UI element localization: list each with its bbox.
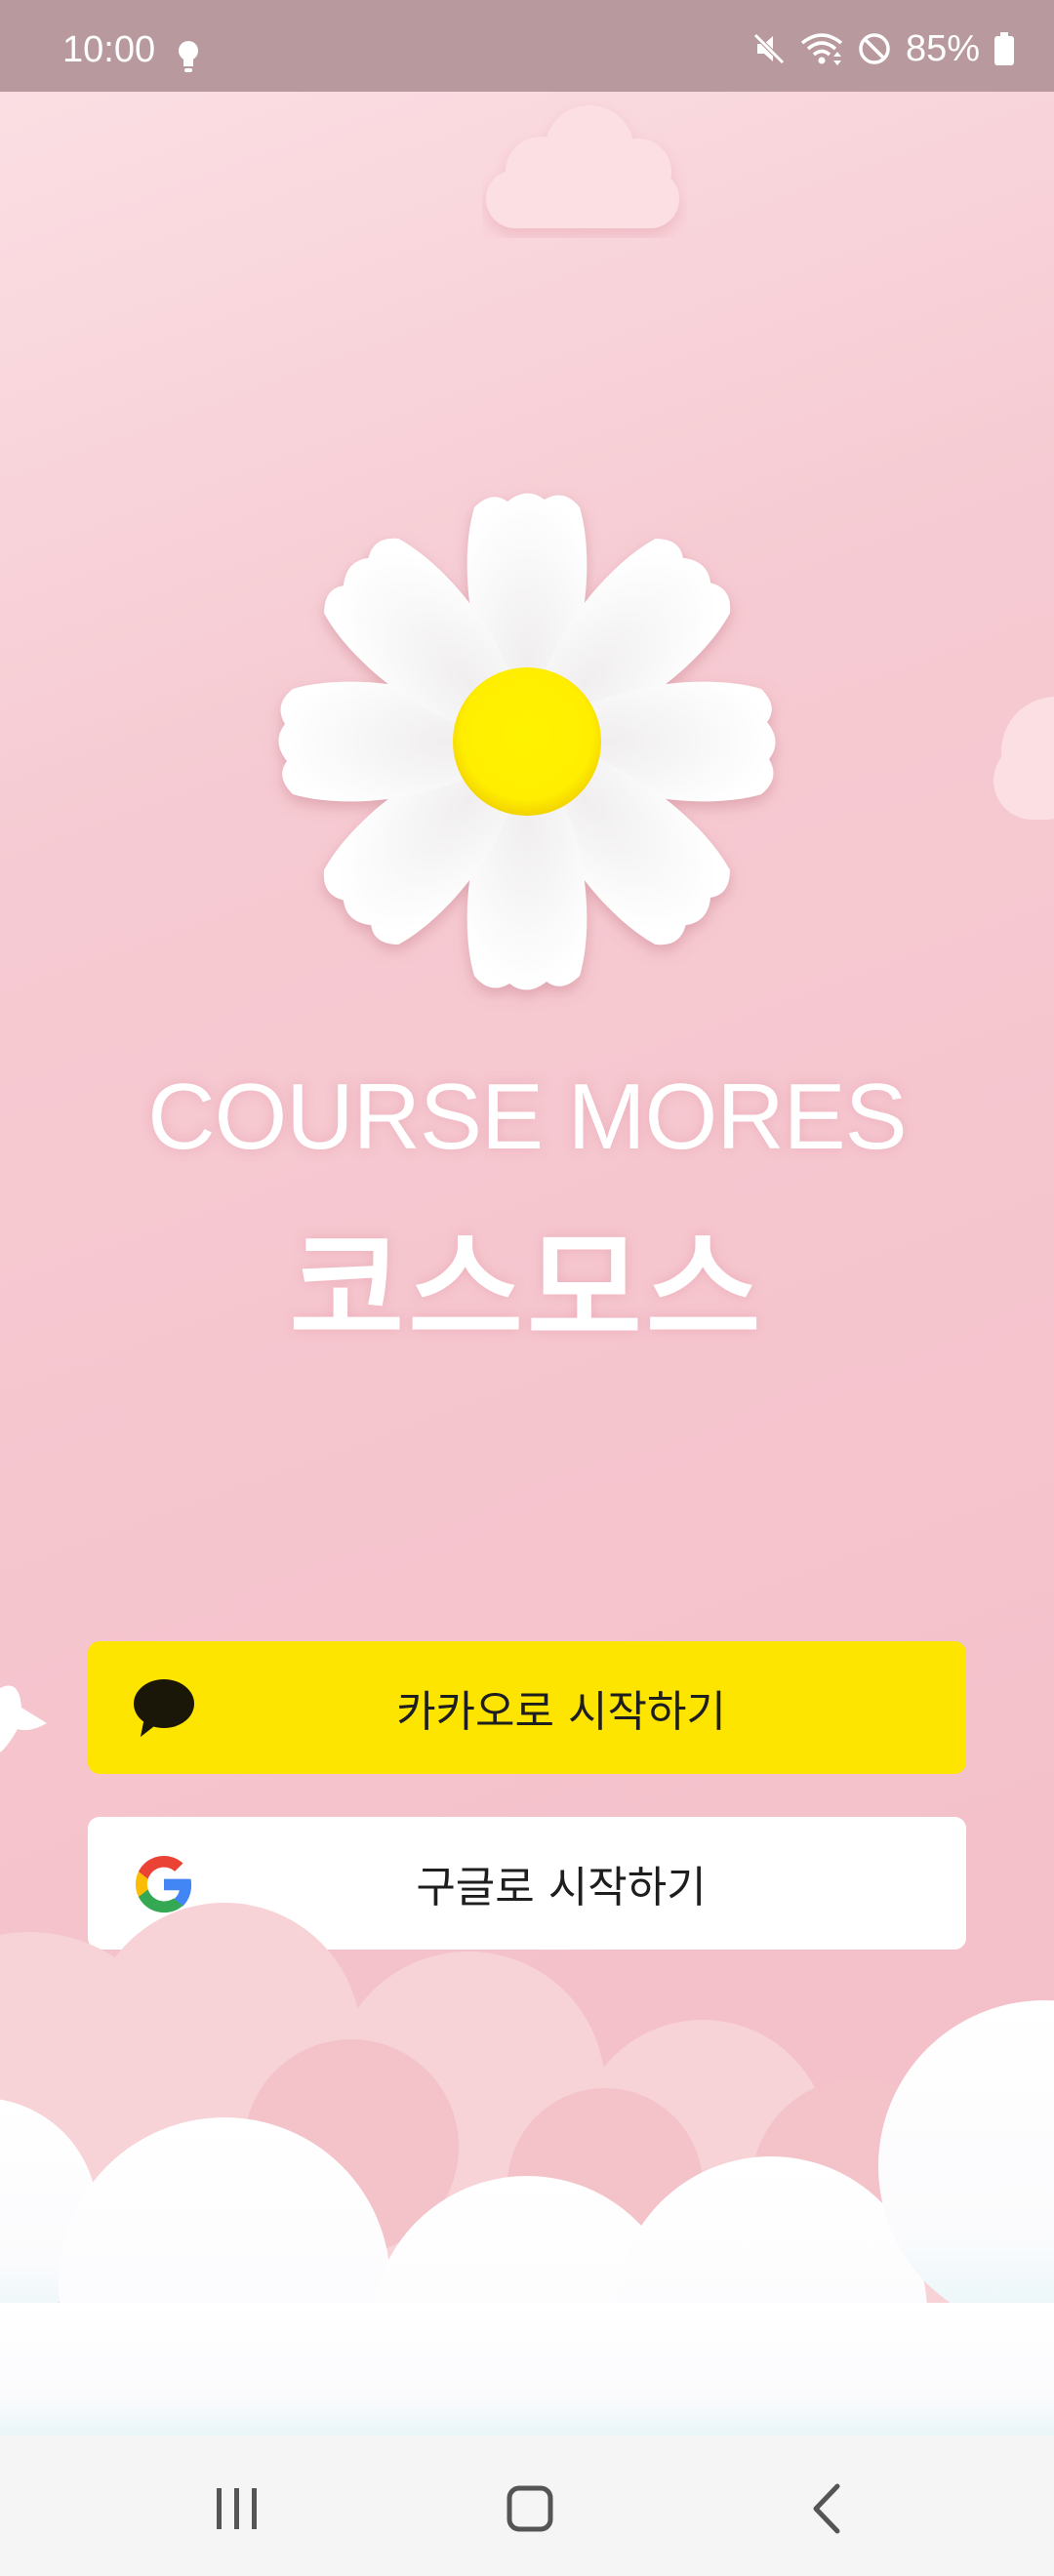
back-icon[interactable] xyxy=(792,2475,861,2543)
navigation-bar xyxy=(0,2435,1054,2576)
kakao-login-label: 카카오로 시작하기 xyxy=(396,1687,726,1737)
recents-icon[interactable] xyxy=(203,2475,271,2543)
battery-icon xyxy=(994,32,1014,65)
do-not-disturb-icon xyxy=(859,33,890,64)
app-title-korean: 코스모스 xyxy=(289,1218,765,1363)
cloud-decoration xyxy=(486,105,679,228)
flower-center xyxy=(453,667,601,816)
kakao-login-button[interactable]: 카카오로 시작하기 xyxy=(88,1641,966,1774)
bird-decoration xyxy=(0,1685,47,1752)
mute-icon xyxy=(753,33,785,64)
app-title-english: COURSE MORES xyxy=(147,1065,907,1169)
status-bar: 10:00 85% xyxy=(0,0,1054,92)
wifi-icon xyxy=(800,33,843,65)
cosmos-flower-logo xyxy=(278,493,776,990)
home-icon[interactable] xyxy=(496,2475,564,2543)
login-screen: 10:00 85% COURSE MORES 코스모스 카카오로 시작하기 구글… xyxy=(0,0,1054,2576)
status-icons: 85% xyxy=(751,27,1015,69)
cloud-decoration-right xyxy=(993,697,1054,820)
bulb-icon xyxy=(179,41,198,72)
bottom-clouds-decoration xyxy=(0,1903,1054,2439)
battery-percent: 85% xyxy=(905,27,980,69)
status-time: 10:00 xyxy=(62,29,156,70)
